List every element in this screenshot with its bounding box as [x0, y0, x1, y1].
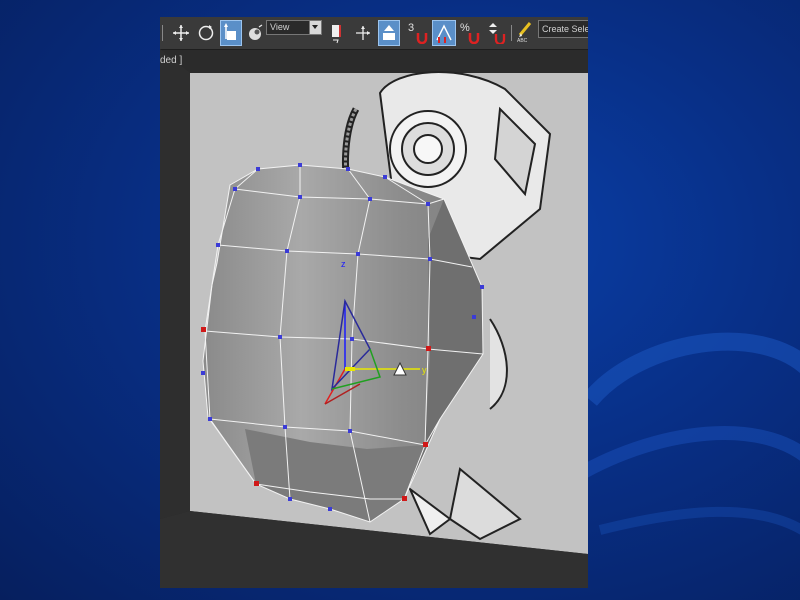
view-dropdown-label: View: [270, 22, 290, 32]
abc-label: ABC: [517, 38, 528, 44]
sphere-icon[interactable]: [245, 20, 265, 46]
snap-toggle-icon[interactable]: 3: [406, 20, 430, 46]
select-and-move-icon[interactable]: [170, 20, 192, 46]
screenshot-3d-editor: View 3 % ABC Create Sel z y ded]: [160, 17, 588, 588]
select-scale-icon[interactable]: [220, 20, 242, 46]
toolbar-separator: [510, 20, 514, 46]
pivot-icon[interactable]: [326, 20, 348, 46]
gizmo-y-label: y: [422, 365, 427, 375]
toolbar-separator: [160, 20, 166, 46]
reference-coordinate-dropdown[interactable]: View: [266, 20, 322, 35]
axis-constraint-icon[interactable]: [352, 20, 374, 46]
edit-named-selection-icon[interactable]: ABC: [515, 20, 535, 46]
select-and-manipulate-icon[interactable]: [378, 20, 400, 46]
create-selection-set-field[interactable]: Create Selec: [538, 20, 588, 38]
rotate-icon[interactable]: [195, 20, 217, 46]
create-selection-placeholder: Create Selec: [542, 24, 588, 34]
plane-left-edge: [160, 49, 190, 519]
snap-3d-label: 3: [408, 22, 415, 34]
viewport-scene: z y: [160, 49, 588, 588]
background-swoosh: [566, 332, 800, 535]
main-toolbar: View 3 % ABC Create Sel: [160, 17, 588, 50]
spinner-snap-icon[interactable]: [484, 20, 508, 46]
chevron-down-icon[interactable]: [309, 21, 321, 34]
percent-snap-icon[interactable]: %: [458, 20, 482, 46]
perspective-viewport[interactable]: z y: [160, 49, 588, 588]
angle-snap-icon[interactable]: [432, 20, 456, 46]
gizmo-z-label: z: [341, 259, 346, 269]
viewport-shading-label[interactable]: ded ]: [160, 55, 182, 66]
